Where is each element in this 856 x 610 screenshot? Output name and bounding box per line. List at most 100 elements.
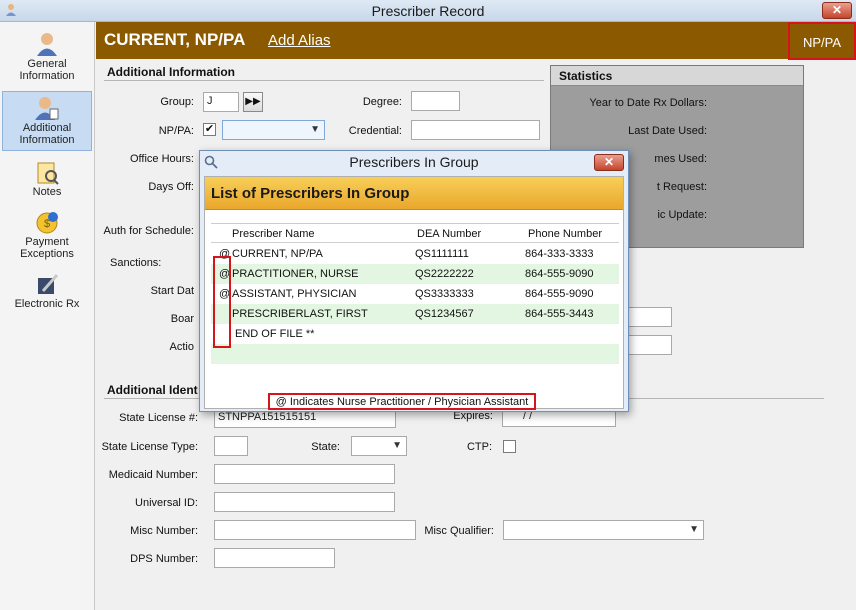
sidebar-item-label: General Information xyxy=(19,58,75,82)
chevron-down-icon: ▼ xyxy=(392,440,402,451)
dea-number-cell: QS3333333 xyxy=(415,288,474,300)
table-row[interactable]: @ PRACTITIONER, NURSE QS2222222 864-555-… xyxy=(211,264,619,284)
phone-number-cell: 864-555-3443 xyxy=(525,308,594,320)
nppa-legend-text: @ Indicates Nurse Practitioner / Physici… xyxy=(275,396,529,408)
prescriber-name-cell: ASSISTANT, PHYSICIAN xyxy=(232,288,357,300)
ctp-checkbox[interactable] xyxy=(503,440,516,453)
state-license-label: State License #: xyxy=(119,412,198,424)
window-title: Prescriber Record xyxy=(371,3,485,19)
sanctions-label: Sanctions: xyxy=(110,257,162,269)
dea-number-cell: QS2222222 xyxy=(415,268,474,280)
column-header-phone-number[interactable]: Phone Number xyxy=(528,228,602,240)
prescriber-header: CURRENT, NP/PA Add Alias xyxy=(96,22,856,59)
dialog-banner-title: List of Prescribers In Group xyxy=(211,185,410,202)
stat-last-update: ic Update: xyxy=(657,209,707,221)
days-off-label: Days Off: xyxy=(148,181,194,193)
table-row[interactable]: PRESCRIBERLAST, FIRST QS1234567 864-555-… xyxy=(211,304,619,324)
start-date-label: Start Dat xyxy=(150,285,194,297)
window-title-bar: Prescriber Record ✕ xyxy=(0,0,856,22)
person-add-icon xyxy=(35,97,59,120)
nppa-marker-highlight xyxy=(213,256,231,348)
medicaid-input[interactable] xyxy=(214,464,395,484)
degree-input[interactable] xyxy=(411,91,460,111)
dps-input[interactable] xyxy=(214,548,335,568)
end-of-file-text: END OF FILE ** xyxy=(235,328,315,340)
stat-times-used: mes Used: xyxy=(654,153,707,165)
table-row xyxy=(211,344,619,364)
column-header-dea-number[interactable]: DEA Number xyxy=(417,228,481,240)
ctp-label: CTP: xyxy=(466,441,492,453)
statistics-title: Statistics xyxy=(551,66,803,86)
state-license-type-label: State License Type: xyxy=(101,441,198,453)
dps-label: DPS Number: xyxy=(130,553,198,565)
credential-label: Credential: xyxy=(348,125,402,137)
section-divider xyxy=(104,80,544,81)
stat-last-date-used: Last Date Used: xyxy=(628,125,707,137)
prescribers-in-group-dialog: Prescribers In Group ✕ List of Prescribe… xyxy=(199,150,629,412)
person-icon xyxy=(37,33,57,56)
sidebar-item-label: Electronic Rx xyxy=(14,298,80,310)
stat-ytd-dollars: Year to Date Rx Dollars: xyxy=(589,97,707,109)
additional-identification-title: Additional Ident xyxy=(107,383,198,397)
coin-icon: $ xyxy=(36,212,58,234)
nppa-legend: @ Indicates Nurse Practitioner / Physici… xyxy=(268,393,536,410)
dea-number-cell: QS1234567 xyxy=(415,308,474,320)
state-select[interactable]: ▼ xyxy=(351,436,407,456)
sidebar-item-general-information[interactable]: General Information xyxy=(2,28,92,84)
office-hours-label: Office Hours: xyxy=(130,153,194,165)
sidebar-item-payment-exceptions[interactable]: $ Payment Exceptions xyxy=(2,208,92,264)
grid-header-divider xyxy=(211,242,619,243)
auth-schedule-label: Auth for Schedule: xyxy=(103,225,194,237)
misc-number-input[interactable] xyxy=(214,520,416,540)
sidebar-item-additional-information[interactable]: Additional Information xyxy=(2,91,92,151)
dialog-banner: List of Prescribers In Group xyxy=(205,177,623,210)
sidebar-item-notes[interactable]: Notes xyxy=(2,158,92,200)
group-label: Group: xyxy=(160,96,194,108)
credential-input[interactable] xyxy=(411,120,540,140)
window-close-button[interactable]: ✕ xyxy=(822,2,852,19)
prescriber-name-cell: PRESCRIBERLAST, FIRST xyxy=(232,308,368,320)
misc-qualifier-label: Misc Qualifier: xyxy=(424,525,494,537)
group-lookup-button[interactable]: ▶▶ xyxy=(243,92,263,112)
nppa-badge: NP/PA xyxy=(788,22,856,60)
chevron-down-icon: ▼ xyxy=(310,124,320,135)
dialog-close-button[interactable]: ✕ xyxy=(594,154,624,171)
sidebar-item-label: Payment Exceptions xyxy=(20,236,74,260)
pen-tablet-icon xyxy=(38,274,59,294)
prescribers-grid: Prescriber Name DEA Number Phone Number … xyxy=(211,223,619,391)
nppa-select[interactable]: ▼ xyxy=(222,120,325,140)
phone-number-cell: 864-555-9090 xyxy=(525,268,594,280)
nppa-label: NP/PA: xyxy=(158,125,194,137)
universal-id-label: Universal ID: xyxy=(135,497,198,509)
table-row[interactable]: @ CURRENT, NP/PA QS1111111 864-333-3333 xyxy=(211,244,619,264)
group-input[interactable]: J xyxy=(203,92,239,112)
sidebar: General Information Additional Informati… xyxy=(0,22,95,610)
prescriber-name-cell: CURRENT, NP/PA xyxy=(232,248,323,260)
degree-label: Degree: xyxy=(362,96,402,108)
action-date-input[interactable] xyxy=(625,335,672,355)
medicaid-label: Medicaid Number: xyxy=(108,469,198,481)
notes-icon xyxy=(37,162,59,185)
table-row: END OF FILE ** xyxy=(211,324,619,344)
dea-number-cell: QS1111111 xyxy=(415,248,469,260)
sidebar-item-electronic-rx[interactable]: Electronic Rx xyxy=(2,270,92,314)
dialog-body: List of Prescribers In Group Prescriber … xyxy=(204,176,624,409)
chevron-down-icon: ▼ xyxy=(689,524,699,535)
misc-qualifier-select[interactable]: ▼ xyxy=(503,520,704,540)
phone-number-cell: 864-333-3333 xyxy=(525,248,594,260)
sidebar-item-label: Notes xyxy=(32,186,62,198)
column-header-prescriber-name[interactable]: Prescriber Name xyxy=(232,228,315,240)
prescriber-name: CURRENT, NP/PA xyxy=(104,30,246,49)
table-row[interactable]: @ ASSISTANT, PHYSICIAN QS3333333 864-555… xyxy=(211,284,619,304)
sidebar-item-label: Additional Information xyxy=(19,122,75,146)
dialog-title: Prescribers In Group xyxy=(349,154,479,170)
state-label: State: xyxy=(311,441,340,453)
board-label: Boar xyxy=(170,313,194,325)
nppa-checkbox[interactable]: ✔ xyxy=(203,123,216,136)
state-license-type-input[interactable] xyxy=(214,436,248,456)
universal-id-input[interactable] xyxy=(214,492,395,512)
add-alias-link[interactable]: Add Alias xyxy=(268,32,331,49)
prescriber-name-cell: PRACTITIONER, NURSE xyxy=(232,268,359,280)
action-label: Actio xyxy=(169,341,194,353)
board-date-input[interactable] xyxy=(625,307,672,327)
